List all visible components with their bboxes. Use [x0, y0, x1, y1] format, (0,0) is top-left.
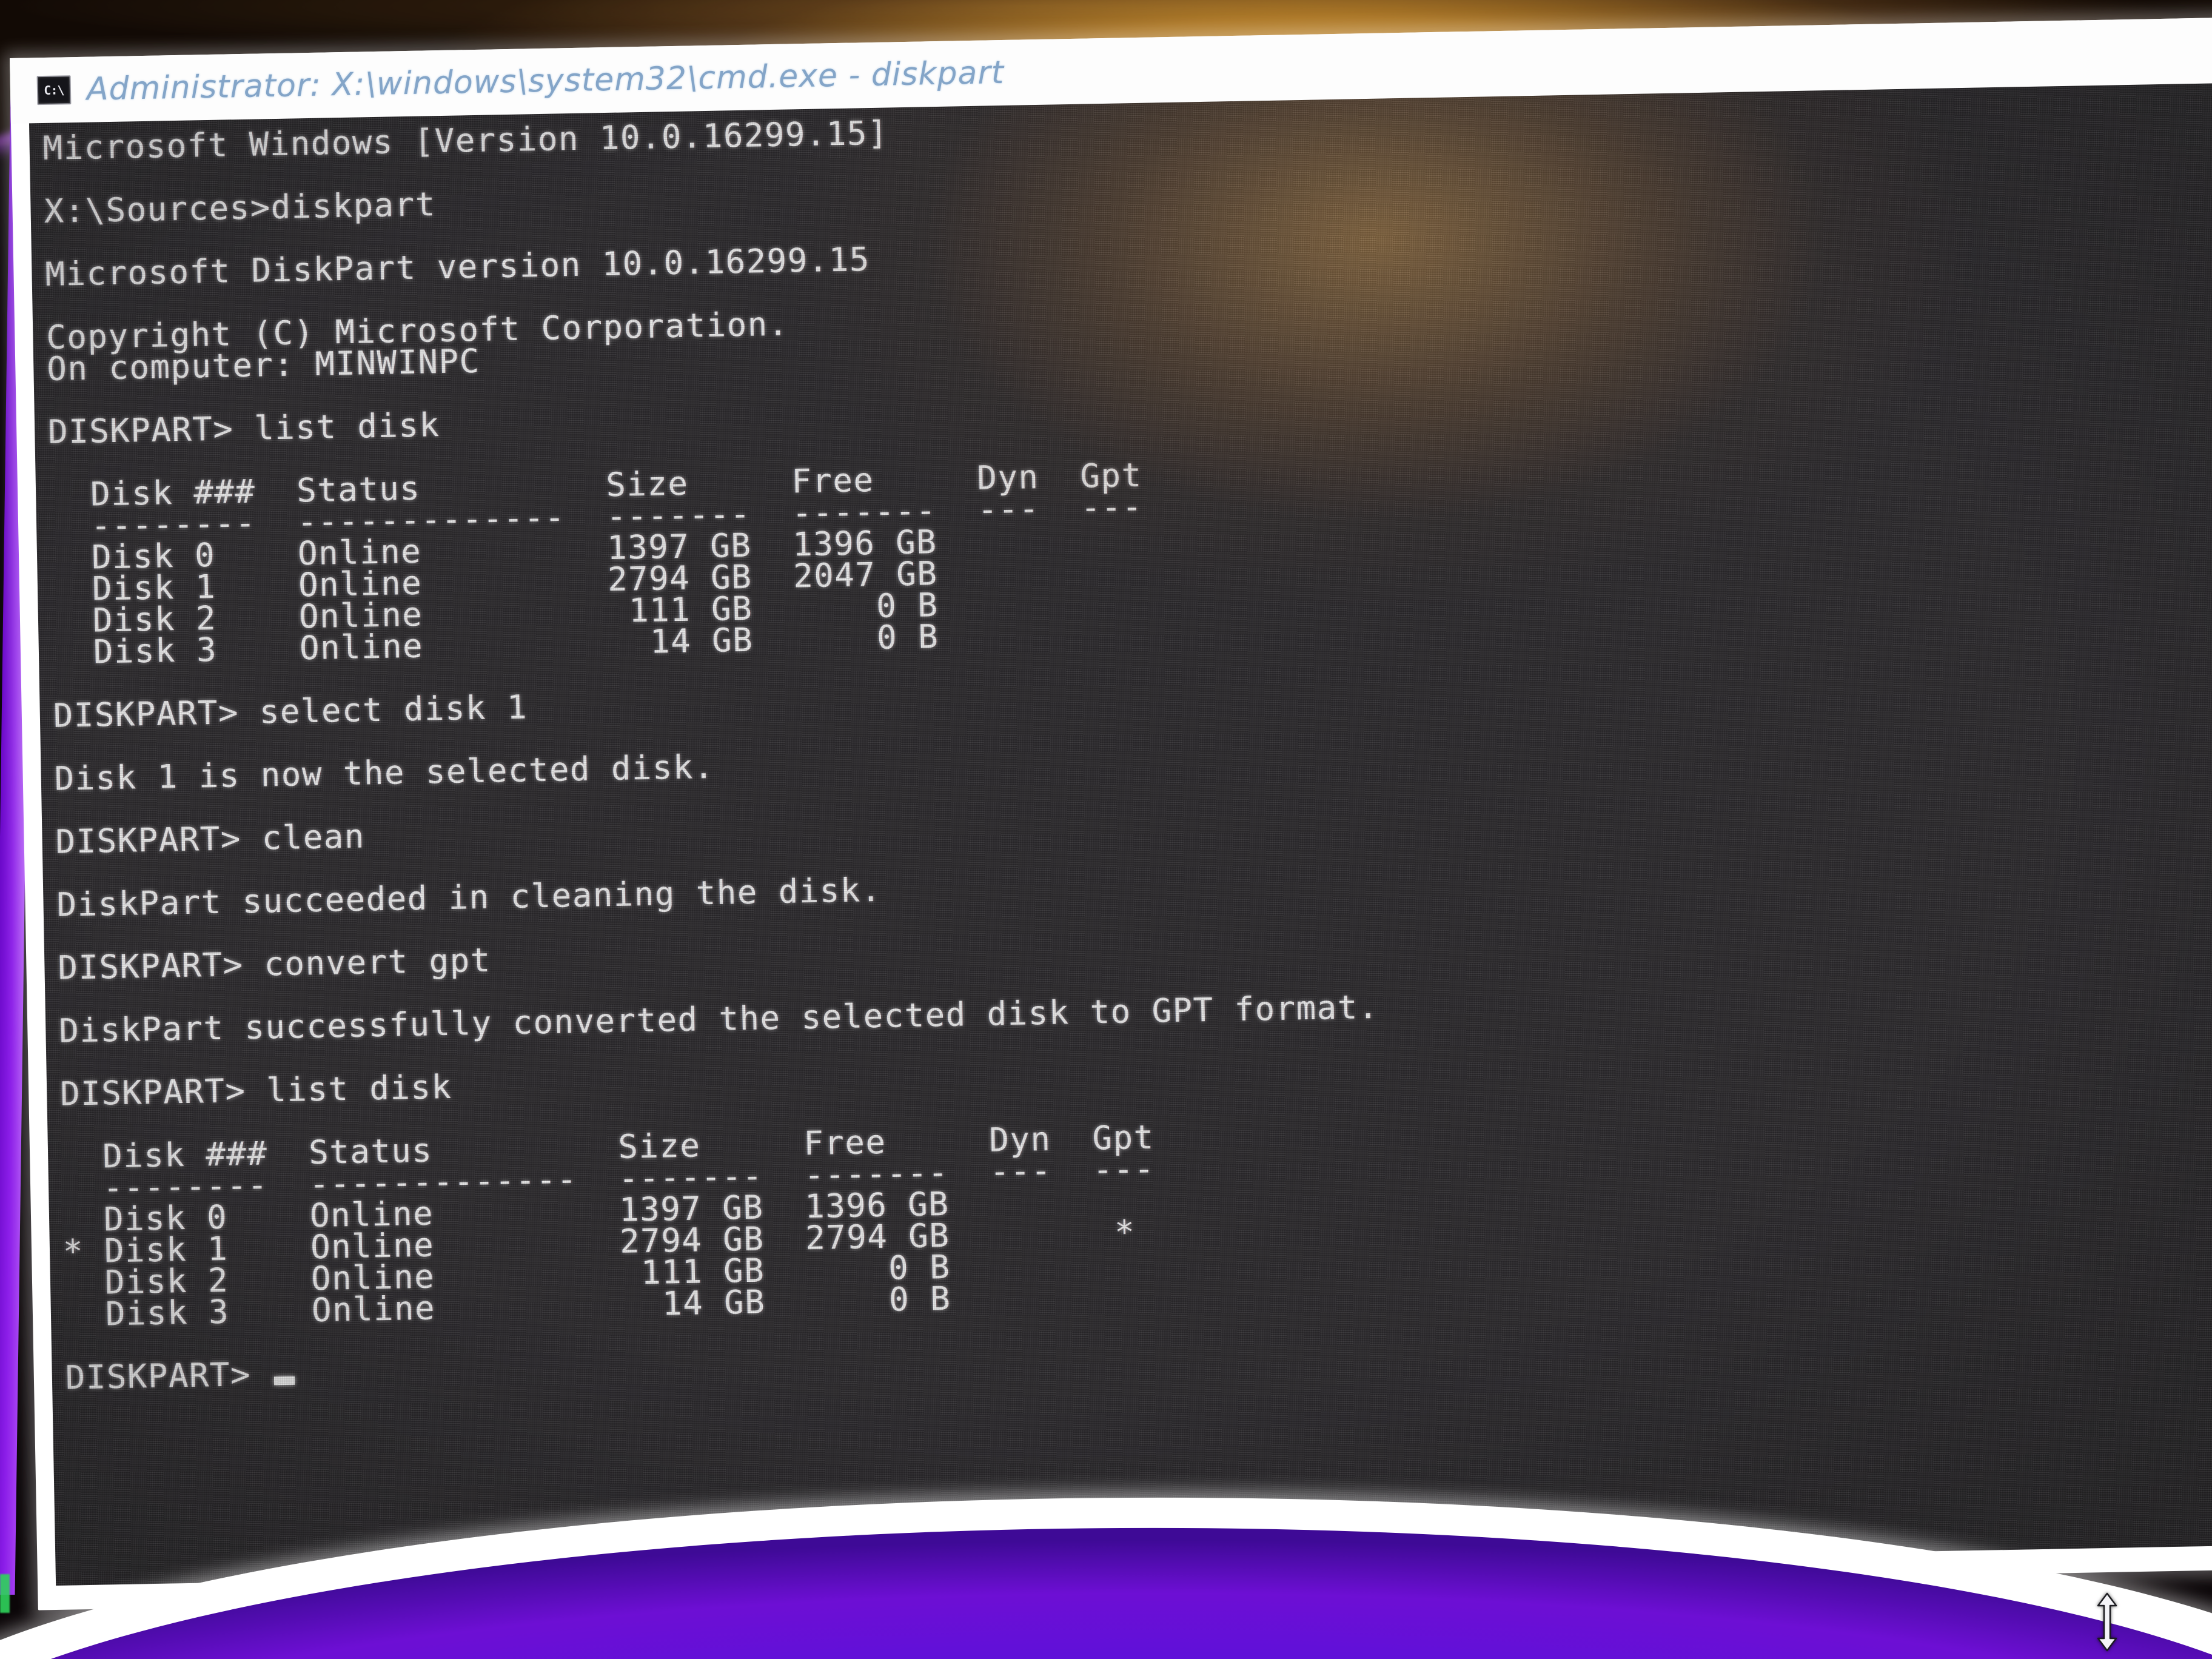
mouse-resize-cursor-icon — [2097, 1592, 2117, 1652]
cmd-window[interactable]: C:\ Administrator: X:\windows\system32\c… — [10, 17, 2212, 1610]
console-client-area[interactable]: Microsoft Windows [Version 10.0.16299.15… — [28, 81, 2212, 1586]
taskbar-sliver — [0, 1574, 10, 1613]
terminal-output[interactable]: Microsoft Windows [Version 10.0.16299.15… — [29, 82, 2212, 1397]
text-cursor — [274, 1376, 295, 1386]
terminal-text: Microsoft Windows [Version 10.0.16299.15… — [42, 113, 1379, 1397]
console-icon: C:\ — [36, 75, 72, 106]
photographed-monitor-scene: C:\ Administrator: X:\windows\system32\c… — [0, 0, 2212, 1659]
window-title: Administrator: X:\windows\system32\cmd.e… — [86, 54, 1005, 108]
console-icon-glyph: C:\ — [44, 82, 64, 98]
